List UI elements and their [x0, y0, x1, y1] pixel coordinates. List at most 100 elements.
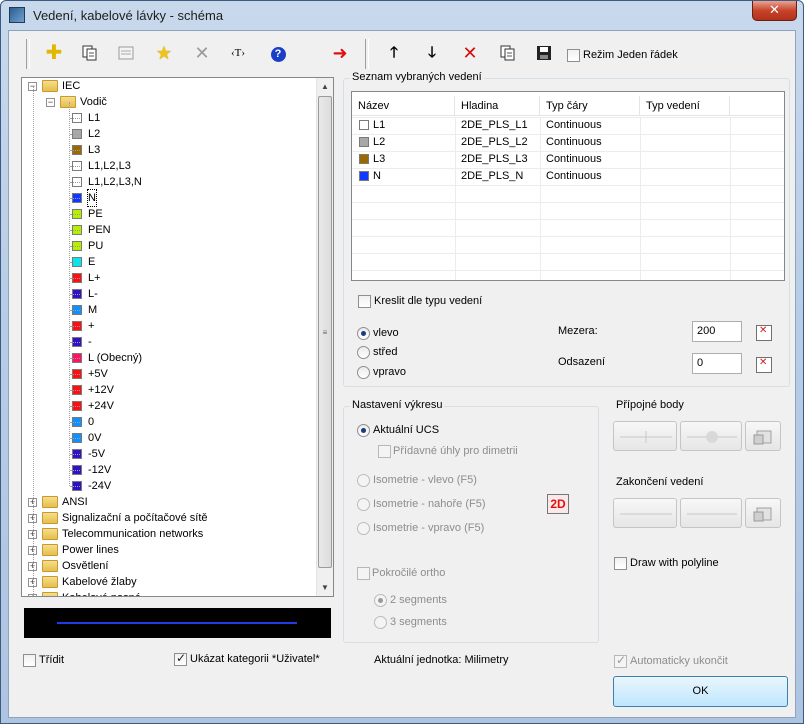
properties-icon[interactable]: [114, 41, 138, 65]
list-gridline: [352, 253, 784, 254]
segments-3-radio[interactable]: [374, 616, 387, 629]
tree-item-conductor[interactable]: -12V: [22, 462, 318, 478]
ok-button[interactable]: OK: [613, 676, 788, 707]
title-bar[interactable]: Vedení, kabelové lávky - schéma ✕: [1, 1, 803, 29]
tree-node-folder[interactable]: + Power lines: [22, 542, 318, 558]
extra-angles-checkbox[interactable]: [378, 445, 391, 458]
tree-item-conductor[interactable]: N: [22, 189, 318, 207]
pick-spacing-icon[interactable]: [756, 325, 772, 341]
tree-node-folder[interactable]: + Kabelové žlaby: [22, 574, 318, 590]
tree-item-conductor[interactable]: +5V: [22, 366, 318, 382]
delete-icon[interactable]: ✕: [190, 41, 214, 65]
show-category-checkbox[interactable]: [174, 651, 187, 666]
tree-scrollbar[interactable]: ▲ ≡ ▼: [316, 78, 333, 596]
tree-item-conductor[interactable]: +12V: [22, 382, 318, 398]
single-row-checkbox[interactable]: [567, 49, 580, 62]
expand-toggle-icon[interactable]: −: [46, 98, 55, 107]
tree-item-conductor[interactable]: L+: [22, 270, 318, 286]
add-icon[interactable]: ✚: [42, 41, 66, 65]
tree-item-conductor[interactable]: -5V: [22, 446, 318, 462]
tree-item-conductor[interactable]: PU: [22, 238, 318, 254]
iso-left-radio[interactable]: [357, 474, 370, 487]
insert-arrow-icon[interactable]: ➜: [328, 41, 352, 65]
toolbar-grip[interactable]: [26, 39, 30, 69]
tree-item-conductor[interactable]: L1,L2,L3,N: [22, 174, 318, 190]
favorite-star-icon[interactable]: ★: [152, 41, 176, 65]
tree-item-conductor[interactable]: PE: [22, 206, 318, 222]
tree-node-iec[interactable]: − IEC: [22, 78, 318, 94]
side-center-radio[interactable]: [357, 346, 370, 359]
tree-item-conductor[interactable]: M: [22, 302, 318, 318]
draw-polyline-checkbox[interactable]: [614, 557, 627, 570]
connection-dot-button[interactable]: [680, 421, 742, 451]
tree-node-folder[interactable]: +Kabelové nosné: [22, 590, 318, 596]
list-gridline: [352, 219, 784, 220]
ending-settings-button[interactable]: [745, 498, 781, 528]
scroll-down-icon[interactable]: ▼: [317, 579, 333, 596]
table-row[interactable]: N 2DE_PLS_N Continuous: [352, 168, 784, 185]
text-tag-icon[interactable]: ‹T›: [226, 41, 250, 65]
remove-icon[interactable]: ✕: [458, 41, 482, 65]
advanced-ortho-checkbox[interactable]: [357, 567, 370, 580]
tree-node-folder[interactable]: + Telecommunication networks: [22, 526, 318, 542]
tree-item-conductor[interactable]: -24V: [22, 478, 318, 494]
column-header-name[interactable]: Název: [352, 96, 455, 116]
tree-node-vodic[interactable]: − Vodič: [22, 94, 318, 110]
iso-right-radio[interactable]: [357, 522, 370, 535]
tree-item-conductor[interactable]: L2: [22, 126, 318, 142]
tree-item-conductor[interactable]: -: [22, 334, 318, 350]
conductor-tree[interactable]: − IEC − Vodič L1 L2 L3 L1,L2,L3 L1,L2,L3,N N PE PEN…: [21, 77, 334, 597]
pick-offset-icon[interactable]: [756, 357, 772, 373]
scroll-thumb[interactable]: ≡: [318, 96, 332, 568]
ending-plain-button[interactable]: [613, 498, 677, 528]
copy-icon[interactable]: [78, 41, 102, 65]
tree-item-conductor[interactable]: L3: [22, 142, 318, 158]
move-up-icon[interactable]: 🡑: [382, 41, 406, 65]
tree-item-conductor[interactable]: L-: [22, 286, 318, 302]
draw-by-type-checkbox[interactable]: [358, 295, 371, 308]
tree-item-conductor[interactable]: 0: [22, 414, 318, 430]
tree-item-conductor[interactable]: L (Obecný): [22, 350, 318, 366]
tree-node-folder[interactable]: + Signalizační a počítačové sítě: [22, 510, 318, 526]
tree-item-conductor[interactable]: E: [22, 254, 318, 270]
spacing-input[interactable]: 200: [692, 321, 742, 342]
side-center-label: střed: [373, 346, 398, 358]
folder-icon: [42, 544, 58, 556]
connection-settings-button[interactable]: [745, 421, 781, 451]
tree-node-folder[interactable]: + Osvětlení: [22, 558, 318, 574]
auto-finish-checkbox[interactable]: [614, 653, 627, 668]
connection-points-title: Přípojné body: [614, 399, 686, 411]
sort-checkbox[interactable]: [23, 654, 36, 667]
save-icon[interactable]: [532, 41, 556, 65]
tree-item-conductor[interactable]: +24V: [22, 398, 318, 414]
current-ucs-radio[interactable]: [357, 424, 370, 437]
mode-2d-badge[interactable]: 2D: [547, 494, 569, 514]
side-left-radio[interactable]: [357, 327, 370, 340]
table-row[interactable]: L2 2DE_PLS_L2 Continuous: [352, 134, 784, 151]
table-row[interactable]: L1 2DE_PLS_L1 Continuous: [352, 117, 784, 134]
tree-node-folder[interactable]: + ANSI: [22, 494, 318, 510]
selected-lines-list[interactable]: Název Hladina Typ čáry Typ vedení L1 2DE_…: [351, 91, 785, 281]
iso-top-radio[interactable]: [357, 498, 370, 511]
tree-item-label: L-: [88, 288, 98, 300]
column-header-layer[interactable]: Hladina: [455, 96, 540, 116]
ending-plain-2-button[interactable]: [680, 498, 742, 528]
segments-2-radio[interactable]: [374, 594, 387, 607]
help-icon[interactable]: ?: [266, 41, 290, 65]
scroll-up-icon[interactable]: ▲: [317, 78, 333, 95]
offset-input[interactable]: 0: [692, 353, 742, 374]
copy-icon[interactable]: [496, 41, 520, 65]
tree-item-conductor[interactable]: PEN: [22, 222, 318, 238]
column-header-kind[interactable]: Typ vedení: [640, 96, 730, 116]
side-right-radio[interactable]: [357, 366, 370, 379]
tree-item-conductor[interactable]: +: [22, 318, 318, 334]
tree-item-conductor[interactable]: 0V: [22, 430, 318, 446]
offset-label: Odsazení: [558, 356, 606, 368]
tree-item-conductor[interactable]: L1: [22, 110, 318, 126]
tree-item-conductor[interactable]: L1,L2,L3: [22, 158, 318, 174]
connection-none-button[interactable]: [613, 421, 677, 451]
column-header-linetype[interactable]: Typ čáry: [540, 96, 640, 116]
move-down-icon[interactable]: 🡓: [420, 41, 444, 65]
close-button[interactable]: ✕: [752, 1, 797, 21]
table-row[interactable]: L3 2DE_PLS_L3 Continuous: [352, 151, 784, 168]
